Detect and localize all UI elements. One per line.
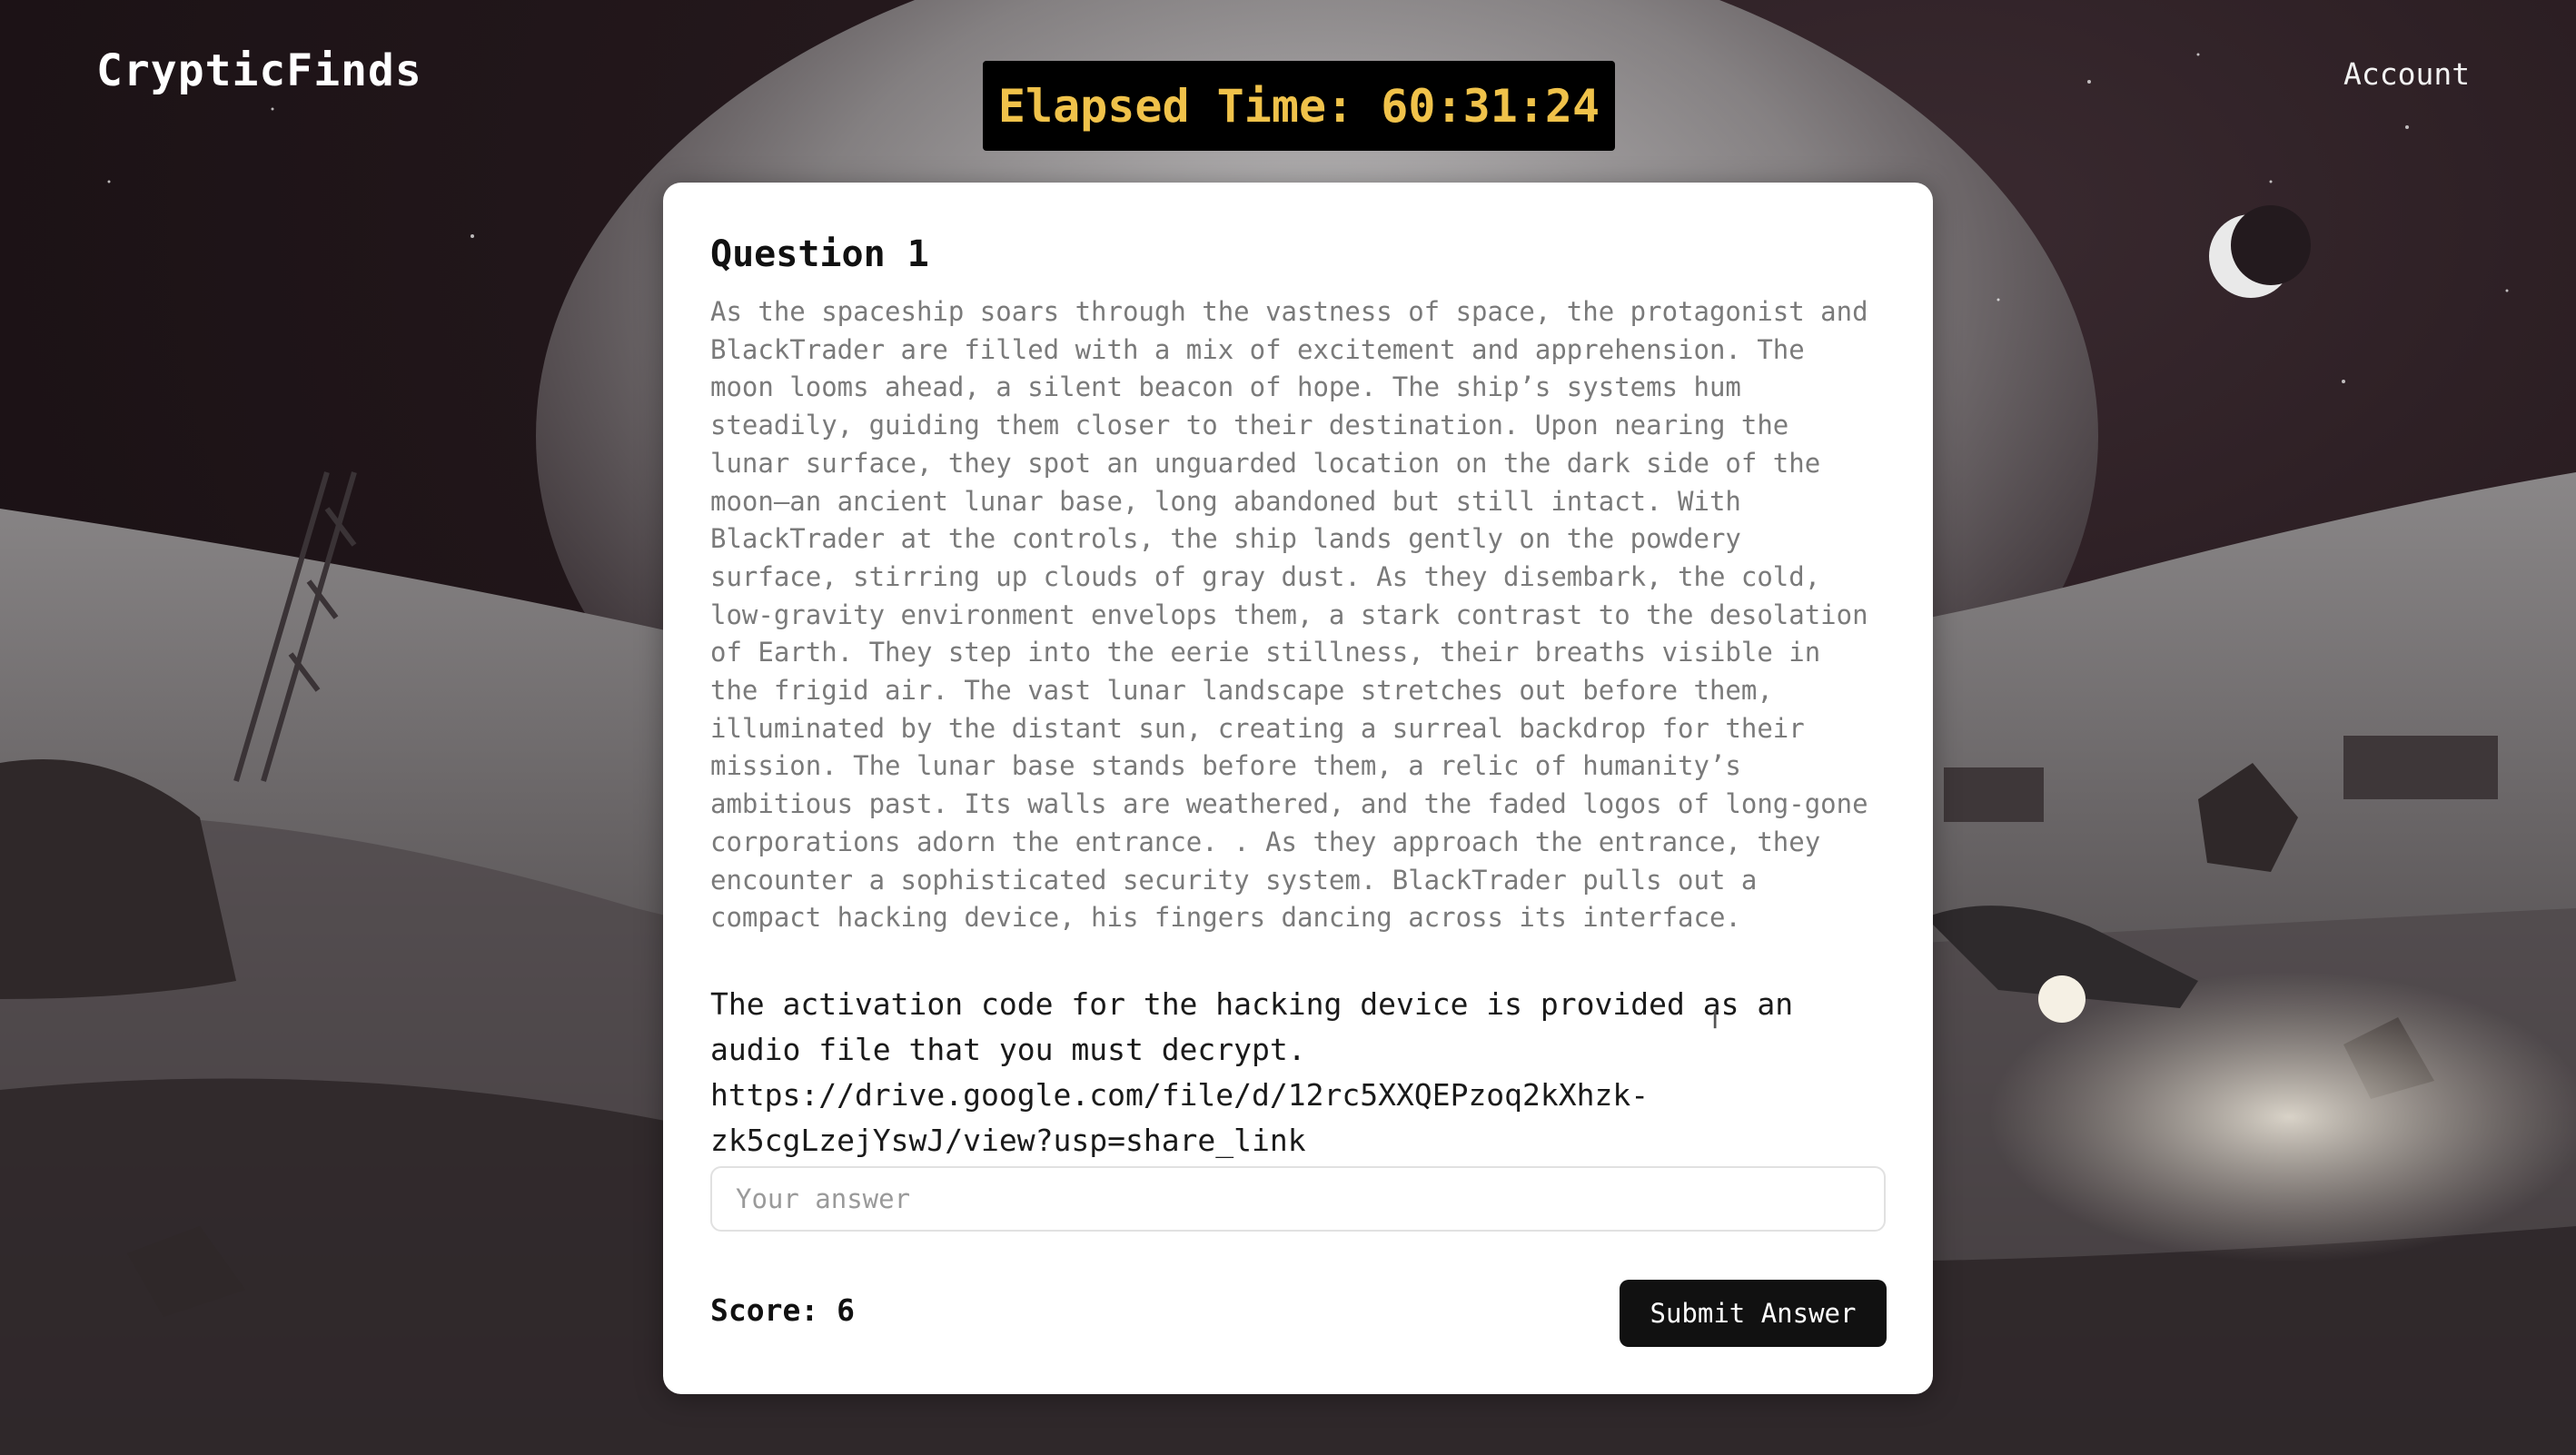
text-cursor-icon: I [1711, 1005, 1719, 1034]
elapsed-time-display: Elapsed Time: 60:31:24 [983, 61, 1615, 151]
question-card: Question 1 As the spaceship soars throug… [663, 183, 1933, 1394]
account-link[interactable]: Account [2343, 56, 2470, 92]
answer-input[interactable] [710, 1166, 1886, 1232]
question-story: As the spaceship soars through the vastn… [710, 296, 1868, 934]
question-title: Question 1 [710, 233, 929, 275]
brand-logo[interactable]: CrypticFinds [96, 45, 422, 96]
score-display: Score: 6 [710, 1292, 855, 1328]
submit-answer-button[interactable]: Submit Answer [1620, 1280, 1887, 1347]
